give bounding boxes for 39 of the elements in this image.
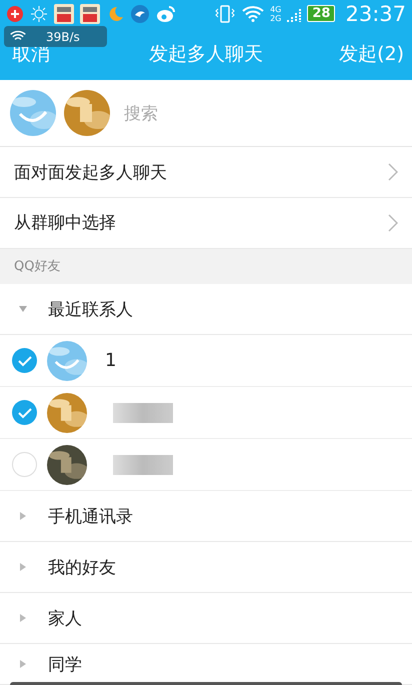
redaction-patch: [113, 402, 173, 422]
collapsed-triangle-icon[interactable]: [18, 511, 28, 521]
chevron-icon: [388, 214, 398, 232]
weibo-icon: [156, 4, 176, 23]
sun-icon: [30, 4, 48, 23]
battery-level: 28: [307, 5, 336, 22]
redaction-patch: [113, 454, 173, 474]
wifi-icon: [242, 6, 264, 22]
collapsed-triangle-icon[interactable]: [18, 562, 28, 572]
checkbox[interactable]: [12, 348, 37, 373]
app-icon: [54, 4, 74, 24]
chevron-icon: [388, 163, 398, 182]
expanded-triangle-icon[interactable]: [18, 304, 28, 314]
section-title: QQ好友: [14, 258, 60, 276]
vibrate-icon: [214, 4, 236, 23]
menu-label: 面对面发起多人聊天: [14, 162, 168, 184]
checkbox[interactable]: [12, 452, 37, 477]
group-label[interactable]: 最近联系人: [48, 298, 133, 320]
network-label: 4G: [270, 4, 282, 14]
group-label[interactable]: 家人: [48, 606, 82, 630]
collapsed-triangle-icon[interactable]: [18, 613, 28, 623]
group-label[interactable]: 我的好友: [48, 556, 116, 578]
check-icon: [18, 354, 32, 366]
app-icon: [80, 4, 100, 24]
plus-icon: [6, 4, 24, 23]
checkbox[interactable]: [12, 400, 37, 425]
bird-icon: [130, 4, 150, 24]
group-label[interactable]: 同学: [48, 652, 82, 676]
menu-row[interactable]: 面对面发起多人聊天: [0, 147, 412, 198]
check-icon: [18, 406, 32, 418]
contact-name: 1: [105, 350, 116, 371]
network-label: 2G: [270, 14, 282, 23]
collapsed-triangle-icon[interactable]: [18, 659, 28, 669]
wifi-icon: [10, 30, 26, 43]
page-title: 发起多人聊天: [149, 42, 263, 67]
network-speed: 39B/s: [46, 30, 80, 44]
group-label[interactable]: 手机通讯录: [48, 504, 133, 528]
menu-label: 从群聊中选择: [14, 212, 117, 234]
clock-time: 23:37: [345, 2, 406, 26]
